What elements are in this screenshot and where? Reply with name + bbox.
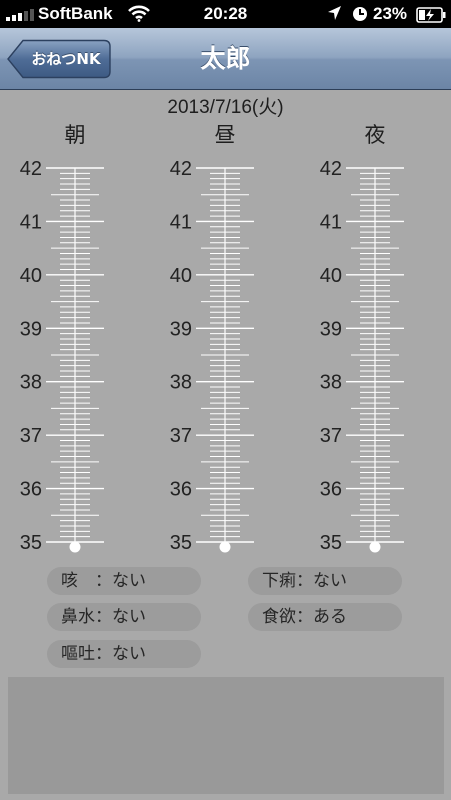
scale-label: 40 xyxy=(20,265,42,287)
scale-label: 38 xyxy=(20,372,42,394)
scale-label: 36 xyxy=(20,479,42,501)
scale-label: 36 xyxy=(320,479,342,501)
scale-label: 42 xyxy=(320,158,342,180)
scale-label: 37 xyxy=(20,425,42,447)
scale-label: 36 xyxy=(170,479,192,501)
temperature-marker[interactable] xyxy=(69,541,81,553)
symptom-cough[interactable]: 咳 ：ない xyxy=(47,567,201,595)
symptom-appetite[interactable]: 食欲：ある xyxy=(248,603,402,631)
scale-label: 35 xyxy=(170,532,192,554)
scale-label: 38 xyxy=(320,372,342,394)
symptom-diarrhea[interactable]: 下痢：ない xyxy=(248,567,402,595)
temperature-scales: 42 41 40 39 38 37 36 35 42 41 40 39 38 37 36 35 42 41 40… xyxy=(20,158,404,554)
scale-label: 42 xyxy=(20,158,42,180)
thermometer-noon[interactable]: 42 41 40 39 38 37 36 35 xyxy=(170,158,254,554)
thermometer-morning[interactable]: 42 41 40 39 38 37 36 35 xyxy=(20,158,104,554)
scale-label: 41 xyxy=(170,211,192,233)
scale-label: 35 xyxy=(320,532,342,554)
scale-label: 38 xyxy=(170,372,192,394)
thermometer-night[interactable]: 42 41 40 39 38 37 36 35 xyxy=(320,158,404,554)
scale-label: 40 xyxy=(170,265,192,287)
temperature-marker[interactable] xyxy=(369,541,381,553)
scale-label: 39 xyxy=(20,318,42,340)
bottom-panel xyxy=(8,677,444,794)
scale-label: 39 xyxy=(320,318,342,340)
symptom-vomiting[interactable]: 嘔吐：ない xyxy=(47,640,201,668)
scale-label: 40 xyxy=(320,265,342,287)
temperature-marker[interactable] xyxy=(219,541,231,553)
scale-label: 37 xyxy=(170,425,192,447)
scale-label: 35 xyxy=(20,532,42,554)
scale-label: 39 xyxy=(170,318,192,340)
symptom-runny-nose[interactable]: 鼻水：ない xyxy=(47,603,201,631)
scale-label: 41 xyxy=(20,211,42,233)
scale-label: 41 xyxy=(320,211,342,233)
scale-label: 37 xyxy=(320,425,342,447)
scale-label: 42 xyxy=(170,158,192,180)
